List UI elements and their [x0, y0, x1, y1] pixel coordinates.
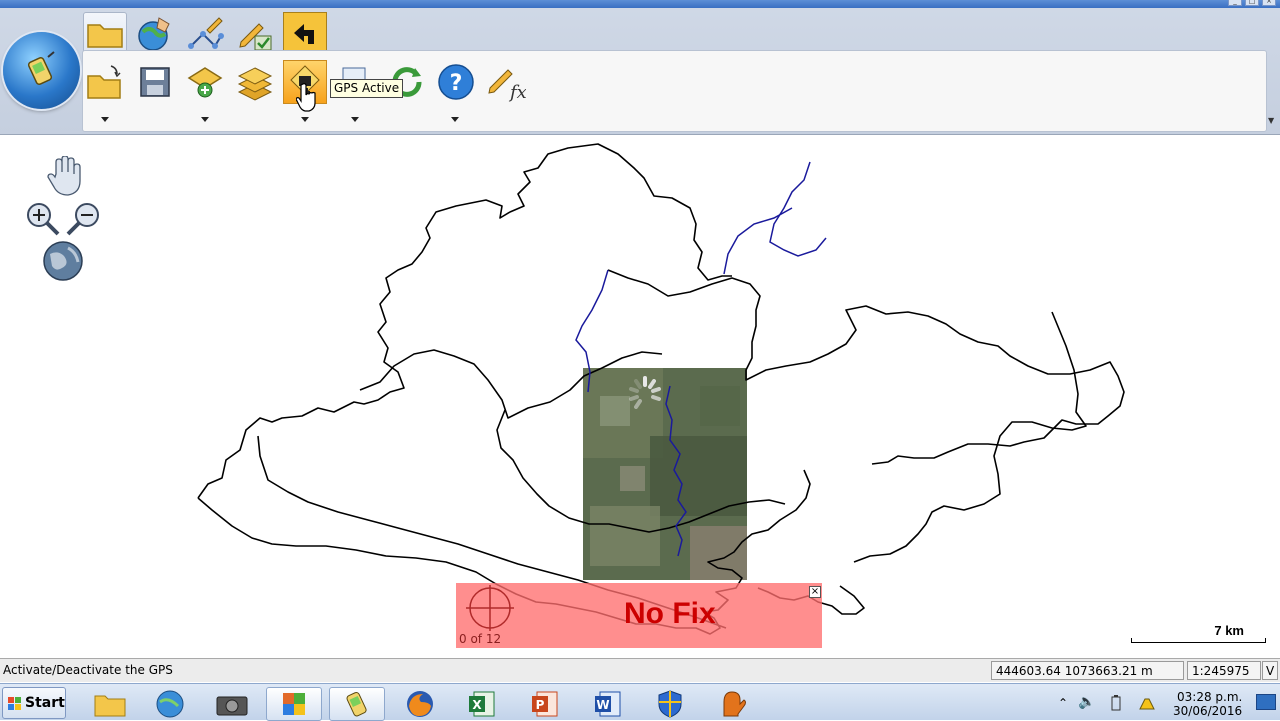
scale-bar: 7 km	[1131, 621, 1266, 643]
satellite-count: 0 of 12	[459, 632, 502, 646]
taskbar-app[interactable]	[704, 687, 760, 721]
taskbar-powerpoint[interactable]: P	[517, 687, 573, 721]
clock[interactable]: 03:28 p.m. 30/06/2016	[1173, 690, 1242, 718]
minimize-button[interactable]: _	[1228, 0, 1242, 6]
svg-text:P: P	[536, 698, 545, 712]
scale-bar-line	[1131, 638, 1266, 643]
taskbar-word[interactable]: W	[580, 687, 636, 721]
scale-readout[interactable]: 1:245975	[1187, 661, 1261, 680]
back-arrow-icon	[294, 24, 314, 44]
word-icon: W	[595, 691, 621, 717]
taskbar: Start X P W ⌃ 🔈 03:28 p.m. 30/06/2016	[0, 683, 1280, 721]
hand-cursor-icon	[296, 83, 316, 112]
window-controls: _ □ ×	[1228, 0, 1276, 6]
battery-icon[interactable]	[1110, 695, 1122, 711]
svg-text:fx: fx	[508, 82, 526, 102]
folder-icon	[87, 24, 123, 48]
gps-device-icon	[27, 50, 55, 85]
shield-icon	[658, 690, 682, 718]
window-title-bar: _ □ ×	[0, 0, 1280, 8]
maximize-button[interactable]: □	[1245, 0, 1259, 6]
vertex-edit-icon	[188, 17, 224, 49]
layers-icon	[237, 67, 273, 101]
camera-icon	[216, 696, 248, 716]
taskbar-camera[interactable]	[204, 687, 260, 721]
coordinates-readout: 444603.64 1073663.21 m	[991, 661, 1184, 680]
ribbon-scroll-arrow[interactable]: ▼	[1268, 116, 1278, 130]
start-label: Start	[25, 695, 65, 711]
windows-flag-icon	[8, 697, 21, 710]
open-file-button[interactable]	[83, 60, 127, 104]
map-view[interactable]: No Fix 0 of 12 × 7 km	[0, 136, 1280, 658]
app-menu-button[interactable]	[3, 32, 80, 109]
save-button[interactable]	[133, 60, 177, 104]
scale-bar-label: 7 km	[1214, 623, 1244, 638]
excel-icon: X	[469, 691, 495, 717]
svg-text:?: ?	[450, 71, 463, 96]
globe-hand-icon	[138, 17, 170, 51]
floppy-disk-icon	[140, 67, 170, 97]
status-bar: Activate/Deactivate the GPS 444603.64 10…	[0, 658, 1280, 682]
gps-dropdown[interactable]	[301, 117, 309, 122]
pencil-check-icon	[239, 23, 272, 51]
gps-status-panel: No Fix 0 of 12 ×	[456, 583, 822, 648]
gps-panel-close-button[interactable]: ×	[809, 586, 821, 598]
help-dropdown[interactable]	[451, 117, 459, 122]
gps-fix-status: No Fix	[624, 597, 716, 630]
close-button[interactable]: ×	[1262, 0, 1276, 6]
help-icon: ?	[438, 64, 474, 100]
svg-text:W: W	[596, 698, 609, 712]
taskbar-excel[interactable]: X	[454, 687, 510, 721]
show-desktop-button[interactable]	[1256, 694, 1276, 710]
taskbar-media[interactable]	[266, 687, 322, 721]
powerpoint-icon: P	[532, 691, 558, 717]
volume-icon[interactable]: 🔈	[1078, 694, 1095, 710]
add-layer-icon	[187, 67, 223, 98]
add-layer-button[interactable]	[183, 60, 227, 104]
taskbar-security[interactable]	[642, 687, 698, 721]
network-globe-icon	[156, 690, 184, 718]
start-button[interactable]: Start	[2, 687, 66, 719]
export-dropdown[interactable]	[351, 117, 359, 122]
media-blocks-icon	[283, 693, 305, 715]
svg-text:X: X	[472, 698, 482, 712]
open-file-dropdown[interactable]	[101, 117, 109, 122]
mitten-icon	[723, 691, 746, 717]
map-canvas	[197, 143, 1125, 635]
taskbar-firefox[interactable]	[392, 687, 448, 721]
taskbar-explorer[interactable]	[82, 687, 138, 721]
system-tray: ⌃ 🔈	[1050, 684, 1280, 721]
function-icon: fx	[488, 69, 526, 102]
firefox-icon	[407, 691, 433, 717]
layers-button[interactable]	[233, 60, 277, 104]
calculator-button[interactable]: fx	[484, 60, 528, 104]
gps-tooltip: GPS Active	[330, 79, 404, 98]
clock-time: 03:28 p.m.	[1177, 690, 1243, 704]
gps-device-icon	[346, 691, 367, 717]
add-layer-dropdown[interactable]	[201, 117, 209, 122]
drive-icon[interactable]	[1138, 695, 1156, 711]
status-message: Activate/Deactivate the GPS	[3, 663, 173, 677]
folder-icon	[94, 695, 126, 717]
satellite-image-tile	[583, 368, 747, 580]
clock-date: 30/06/2016	[1173, 704, 1243, 718]
status-extra: V	[1262, 661, 1278, 680]
open-folder-icon	[87, 65, 121, 99]
tray-expand-icon[interactable]: ⌃	[1058, 696, 1068, 710]
crosshair-icon	[466, 585, 514, 631]
taskbar-gvsig[interactable]	[329, 687, 385, 721]
help-button[interactable]: ?	[434, 60, 478, 104]
taskbar-network[interactable]	[142, 687, 198, 721]
